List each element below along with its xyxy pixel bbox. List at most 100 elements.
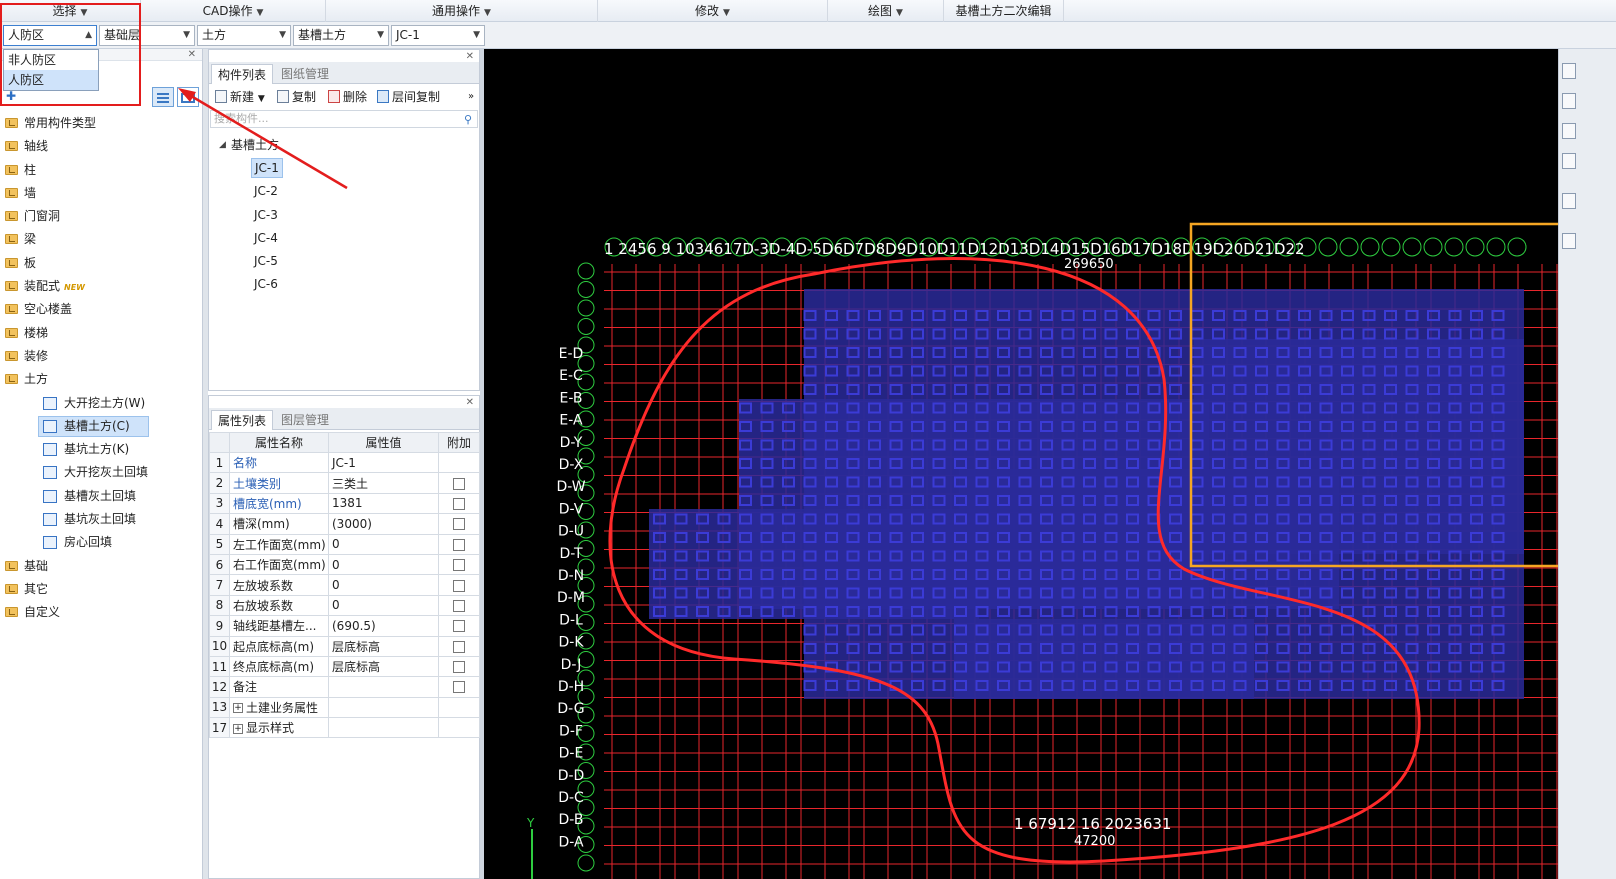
extra-checkbox[interactable] xyxy=(453,681,465,694)
layer-icon[interactable] xyxy=(1562,123,1576,139)
extra-checkbox[interactable] xyxy=(453,620,465,633)
component-search-input[interactable]: 搜索构件... ⚲ xyxy=(210,110,478,128)
tree-item[interactable]: JC-3 xyxy=(209,204,479,227)
nav-subitem[interactable]: 大开挖灰土回填 xyxy=(0,461,203,484)
nav-subitem-trench[interactable]: 基槽土方(C) xyxy=(0,415,203,438)
property-value[interactable] xyxy=(328,717,439,739)
tab-layer-management[interactable]: 图层管理 xyxy=(275,410,335,430)
nav-item[interactable]: 轴线 xyxy=(0,135,203,158)
tab-drawing-management[interactable]: 图纸管理 xyxy=(275,64,335,84)
table-row[interactable]: 4 槽深(mm) (3000) xyxy=(209,513,480,535)
property-name[interactable]: + 显示样式 xyxy=(229,717,329,739)
nav-item[interactable]: 板 xyxy=(0,252,203,275)
table-row[interactable]: 1 名称 JC-1 xyxy=(209,451,480,474)
tab-component-list[interactable]: 构件列表 xyxy=(211,64,274,84)
extra-checkbox[interactable] xyxy=(453,538,465,551)
extra-checkbox[interactable] xyxy=(453,559,465,572)
tab-property-list[interactable]: 属性列表 xyxy=(211,410,274,430)
menu-trench-edit[interactable]: 基槽土方二次编辑 xyxy=(944,0,1064,22)
nav-subitem[interactable]: 基坑灰土回填 xyxy=(0,508,203,531)
property-value[interactable] xyxy=(328,676,439,698)
property-name[interactable]: + 土建业务属性 xyxy=(229,696,329,719)
menu-select[interactable]: 选择 ▼ xyxy=(0,0,141,22)
cad-plan-drawing[interactable]: 1 2456 9 1034617D-3D-4D-5D6D7D8D9D10D11D… xyxy=(484,49,1558,879)
type-select[interactable]: 基槽土方 ▼ xyxy=(293,25,389,46)
dropdown-option-non-civil-defense[interactable]: 非人防区 xyxy=(4,50,98,70)
copy-button[interactable]: 复制 xyxy=(277,88,316,106)
nav-item[interactable]: 门窗洞 xyxy=(0,205,203,228)
table-row[interactable]: 3 槽底宽(mm) 1381 xyxy=(209,492,480,515)
table-row[interactable]: 17 + 显示样式 xyxy=(209,717,480,739)
tree-item[interactable]: JC-1 xyxy=(209,157,479,180)
nav-item-earthwork[interactable]: 土方 xyxy=(0,368,203,391)
nav-item[interactable]: 墙 xyxy=(0,182,203,205)
extra-checkbox[interactable] xyxy=(453,640,465,653)
expand-icon[interactable]: + xyxy=(233,723,243,734)
dropdown-option-civil-defense[interactable]: 人防区 xyxy=(4,70,98,90)
property-value[interactable]: 0 xyxy=(328,553,439,576)
tree-item[interactable]: JC-6 xyxy=(209,273,479,296)
list-view-button[interactable] xyxy=(152,87,174,107)
extra-checkbox[interactable] xyxy=(453,599,465,612)
nav-item[interactable]: 基础 xyxy=(0,555,203,578)
close-icon[interactable]: ✕ xyxy=(466,397,474,408)
nav-subitem[interactable]: 房心回填 xyxy=(0,531,203,554)
extra-checkbox[interactable] xyxy=(453,477,465,490)
menu-modify[interactable]: 修改 ▼ xyxy=(598,0,828,22)
menu-cad-ops[interactable]: CAD操作 ▼ xyxy=(141,0,326,22)
table-row[interactable]: 11 终点底标高(m) 层底标高 xyxy=(209,655,480,678)
property-value[interactable]: 0 xyxy=(328,574,439,596)
property-value[interactable] xyxy=(328,696,439,719)
more-icon[interactable]: » xyxy=(468,88,474,106)
property-value[interactable]: 0 xyxy=(328,533,439,555)
close-icon[interactable]: ✕ xyxy=(466,51,474,62)
property-value[interactable]: 层底标高 xyxy=(328,655,439,678)
table-row[interactable]: 5 左工作面宽(mm) 0 xyxy=(209,533,480,555)
tree-root-trench[interactable]: ◢ 基槽土方 xyxy=(209,134,479,157)
nav-item[interactable]: 自定义 xyxy=(0,601,203,624)
nav-item[interactable]: 其它 xyxy=(0,578,203,601)
cad-drawing-canvas[interactable]: 1 2456 9 1034617D-3D-4D-5D6D7D8D9D10D11D… xyxy=(484,49,1558,879)
floor-copy-button[interactable]: 层间复制 xyxy=(377,88,440,106)
property-value[interactable]: 层底标高 xyxy=(328,635,439,657)
nav-item[interactable]: 装修 xyxy=(0,345,203,368)
table-row[interactable]: 12 备注 xyxy=(209,676,480,698)
expand-icon[interactable]: + xyxy=(233,703,243,714)
property-value[interactable]: 0 xyxy=(328,594,439,617)
new-button[interactable]: 新建 ▼ xyxy=(215,88,265,106)
tree-item[interactable]: JC-2 xyxy=(209,180,479,203)
nav-item[interactable]: 柱 xyxy=(0,159,203,182)
category-select[interactable]: 土方 ▼ xyxy=(197,25,291,46)
extra-checkbox[interactable] xyxy=(453,661,465,674)
table-row[interactable]: 7 左放坡系数 0 xyxy=(209,574,480,596)
view-icon[interactable] xyxy=(1562,93,1576,109)
property-value[interactable]: (690.5) xyxy=(328,615,439,637)
nav-item[interactable]: 空心楼盖 xyxy=(0,298,203,321)
orbit-icon[interactable] xyxy=(1562,193,1576,209)
grid-view-button[interactable] xyxy=(177,87,199,107)
extra-checkbox[interactable] xyxy=(453,497,465,510)
menu-draw[interactable]: 绘图 ▼ xyxy=(828,0,944,22)
add-icon[interactable]: ✚ xyxy=(6,89,16,103)
table-row[interactable]: 9 轴线距基槽左... (690.5) xyxy=(209,615,480,637)
nav-subitem[interactable]: 基槽灰土回填 xyxy=(0,485,203,508)
table-row[interactable]: 2 土壤类别 三类土 xyxy=(209,472,480,494)
table-row[interactable]: 8 右放坡系数 0 xyxy=(209,594,480,617)
rotate-icon[interactable] xyxy=(1562,153,1576,169)
nav-subitem[interactable]: 基坑土方(K) xyxy=(0,438,203,461)
property-value[interactable]: JC-1 xyxy=(328,451,439,474)
tree-item[interactable]: JC-4 xyxy=(209,227,479,250)
display-icon[interactable] xyxy=(1562,233,1576,249)
floor-select[interactable]: 基础层 ▼ xyxy=(99,25,195,46)
extra-checkbox[interactable] xyxy=(453,579,465,592)
delete-button[interactable]: 删除 xyxy=(328,88,367,106)
close-icon[interactable]: ✕ xyxy=(188,49,196,60)
nav-item[interactable]: 装配式 NEW xyxy=(0,275,203,298)
menu-common-ops[interactable]: 通用操作 ▼ xyxy=(326,0,598,22)
property-value[interactable]: 三类土 xyxy=(328,472,439,494)
table-row[interactable]: 13 + 土建业务属性 xyxy=(209,696,480,719)
zoom-icon[interactable] xyxy=(1562,63,1576,79)
tree-item[interactable]: JC-5 xyxy=(209,250,479,273)
property-value[interactable]: (3000) xyxy=(328,513,439,535)
extra-checkbox[interactable] xyxy=(453,518,465,531)
